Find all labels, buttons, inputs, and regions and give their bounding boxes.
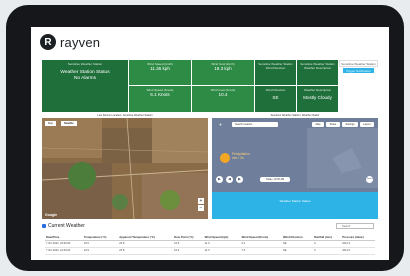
tile-value: 19.3 kph	[214, 66, 232, 71]
tile-label: Sensitive Weather Station	[341, 62, 376, 66]
radar-timeline: ▶ ◀ ▶ Today, 10:00 AM Zoom	[216, 176, 374, 185]
previous-icon[interactable]: ◀	[226, 176, 233, 183]
zoom-in-button[interactable]: +	[198, 198, 204, 204]
pivot-field-3	[112, 194, 128, 210]
zoom-out-button[interactable]: −	[198, 205, 204, 211]
cell: SE	[281, 247, 314, 255]
tab-satellite[interactable]: Satellite	[61, 121, 77, 126]
cell: 22.8	[118, 240, 174, 248]
pivot-field-2	[160, 190, 180, 210]
tile-value: 10.4	[218, 92, 228, 97]
radar-map-button[interactable]: Map	[312, 122, 324, 127]
radar-share-button[interactable]: Share	[326, 122, 340, 127]
tile-label: Wind Gust (Knots)	[210, 88, 236, 92]
precipitation-label: Precipitation mm / 3h	[232, 152, 250, 160]
wind-speed-knots-tile: Wind Speed (Knots) 6.1 Knots	[129, 86, 191, 112]
radar-date-pill[interactable]: Today, 10:00 AM	[260, 177, 290, 182]
play-icon[interactable]: ▶	[216, 176, 223, 183]
tile-subvalue: No Alarms	[73, 76, 97, 81]
cell: 22.8	[118, 247, 174, 255]
radar-settings-button[interactable]: Settings	[342, 122, 358, 127]
tile-value: Mostly Cloudy	[303, 95, 332, 100]
cell: 1012.0	[341, 240, 375, 248]
current-weather-panel: Current Weather Search Date/Time Tempera…	[42, 221, 378, 260]
next-icon[interactable]: ▶	[236, 176, 243, 183]
tile-label: Wind Speed (Knots)	[146, 88, 174, 92]
tile-value: SE	[272, 95, 279, 100]
tab-map[interactable]: Map	[45, 121, 56, 126]
pivot-field-1	[68, 162, 96, 190]
current-weather-title: Current Weather	[48, 223, 85, 229]
location-pin-icon[interactable]	[220, 153, 230, 163]
wind-direction-tile: Wind Direction SE	[255, 86, 296, 112]
wind-gust-knots-tile: Wind Gust (Knots) 10.4	[192, 86, 254, 112]
radar-zoom-button[interactable]: Zoom	[366, 176, 373, 183]
cell: 23.0	[82, 240, 119, 248]
wind-speed-kph-tile: Wind Speed (km/h) 11.36 kph	[129, 60, 191, 85]
cell: 11.0	[203, 247, 241, 255]
wind-direction-header-tile: Sensitive Weather Station Wind Direction	[255, 60, 296, 85]
top-bar: R rayven	[31, 27, 389, 58]
wind-gust-kph-tile: Wind Gust (km/h) 19.3 kph	[192, 60, 254, 85]
cell: 1011.5	[341, 247, 375, 255]
logo-text: rayven	[60, 34, 101, 50]
cell: SE	[281, 240, 314, 248]
table-row[interactable]: 7 Oct 2022, 21:00:00 22.9 22.8 10.6 11.0…	[45, 247, 375, 255]
radar-logo-icon: ✈	[218, 122, 223, 127]
weather-radar[interactable]: ✈ Search location Map Share Settings Lay…	[212, 118, 378, 219]
weather-table: Date/Time Temperature (°C) Apparent Temp…	[45, 234, 375, 255]
rayven-logo[interactable]: R rayven	[40, 34, 100, 50]
tile-label: Wind Speed (km/h)	[147, 62, 173, 66]
banner-caption: Weather Station Status	[279, 199, 311, 203]
cell: 22.9	[82, 247, 119, 255]
tile-value: Weather Description	[303, 66, 332, 70]
precip-unit: mm / 3h	[232, 156, 244, 160]
cell: 10.6	[173, 240, 204, 248]
tile-label: Sensitive Weather Station	[67, 62, 103, 66]
kpi-tiles: Sensitive Weather Station Weather Statio…	[42, 60, 378, 112]
cell: 7 Oct 2022, 21:00:00	[45, 247, 83, 255]
tile-value: 6.1 Knots	[150, 92, 170, 97]
cell: 6.1	[240, 240, 282, 248]
tablet-frame: R rayven Sensitive Weather Station Weath…	[6, 5, 404, 271]
weather-table-icon	[42, 224, 46, 228]
cell: 10.6	[173, 247, 204, 255]
tile-label: Wind Gust (km/h)	[211, 62, 235, 66]
weather-description-header-tile: Sensitive Weather Station Weather Descri…	[297, 60, 338, 85]
radar-layers-button[interactable]: Layers	[360, 122, 374, 127]
logo-mark: R	[40, 34, 56, 50]
weather-search-input[interactable]: Search	[336, 223, 374, 229]
tile-label: Wind Direction	[265, 88, 286, 92]
tile-label: Weather Description	[303, 88, 332, 92]
google-attribution: Google	[45, 213, 58, 217]
trigger-notification-button[interactable]: Trigger Notification	[343, 68, 374, 73]
dashboard-screen: R rayven Sensitive Weather Station Weath…	[31, 27, 389, 260]
cell: 0	[313, 240, 342, 248]
cell: 0	[313, 247, 342, 255]
cell: 7 Oct 2022, 22:00:00	[45, 240, 83, 248]
tile-value: 11.36 kph	[150, 66, 170, 71]
weather-station-status-banner: Weather Station Status	[212, 192, 378, 219]
button-label: Trigger Notification	[345, 68, 372, 73]
tile-value: Wind Direction	[265, 66, 286, 70]
table-row[interactable]: 7 Oct 2022, 22:00:00 23.0 22.8 10.6 11.0…	[45, 240, 375, 248]
weather-station-status-tile: Sensitive Weather Station Weather Statio…	[42, 60, 128, 112]
satellite-map[interactable]: Map Satellite + − Google	[42, 118, 208, 219]
cell: 7.0	[240, 247, 282, 255]
cell: 11.0	[203, 240, 241, 248]
weather-description-tile: Weather Description Mostly Cloudy	[297, 86, 338, 112]
radar-search-input[interactable]: Search location	[232, 122, 278, 127]
notification-header-tile: Sensitive Weather Station	[339, 60, 378, 67]
